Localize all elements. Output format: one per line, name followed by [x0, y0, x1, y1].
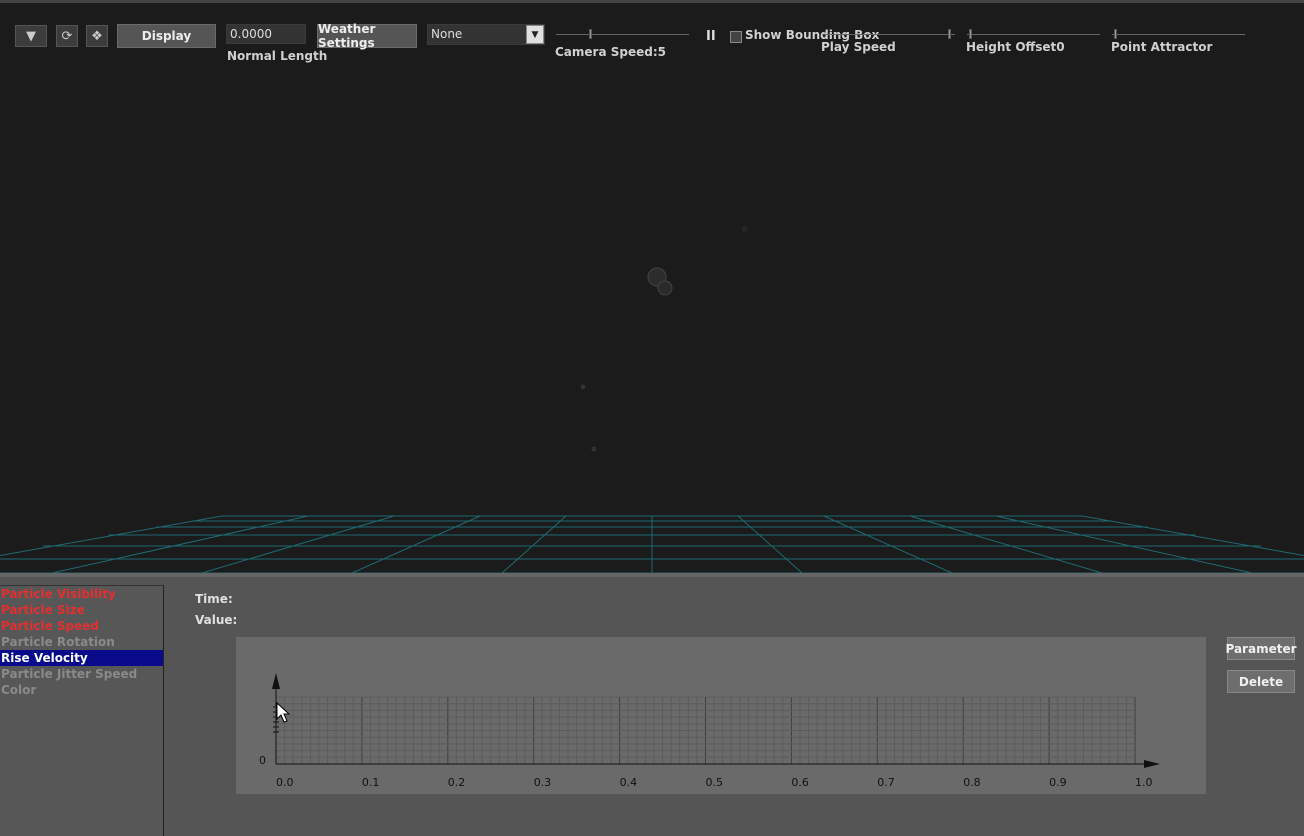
x-tick-label: 0.0 [276, 776, 294, 789]
grid-line [995, 515, 1253, 573]
height-offset-slider-handle[interactable] [969, 29, 972, 39]
grid-line [51, 515, 309, 573]
grid-line [909, 515, 1103, 573]
particle [591, 446, 597, 452]
height-offset-slider[interactable] [967, 29, 1100, 39]
scene-canvas [0, 226, 1304, 573]
preset-select[interactable]: None ▼ [427, 24, 545, 45]
height-offset-label: Height Offset0 [966, 40, 1065, 54]
curve-editor-panel: Particle Visibility Particle Size Partic… [0, 573, 1304, 836]
x-tick-label: 0.1 [362, 776, 380, 789]
3d-viewport[interactable]: ▼ ⟳ ❖ Display Normal Length Weather Sett… [0, 0, 1304, 573]
particle [742, 226, 748, 232]
weather-settings-button[interactable]: Weather Settings [317, 22, 417, 50]
x-tick-label: 0.3 [534, 776, 552, 789]
x-tick-label: 0.8 [963, 776, 981, 789]
y-tick-label: 0 [259, 754, 266, 767]
param-item-particle-size[interactable]: Particle Size [0, 602, 163, 618]
pause-icon[interactable]: II [706, 29, 716, 44]
grid-line [823, 515, 953, 573]
delete-button[interactable]: Delete [1227, 670, 1295, 693]
param-item-particle-rotation[interactable]: Particle Rotation [0, 634, 163, 650]
particle [657, 280, 673, 296]
grid-line [351, 515, 481, 573]
x-tick-label: 0.7 [877, 776, 895, 789]
display-button[interactable]: Display [117, 24, 216, 48]
camera-speed-slider[interactable] [556, 29, 689, 39]
x-tick-label: 0.2 [448, 776, 466, 789]
curve-graph-canvas[interactable]: 0 0.0 0.1 0.2 0.3 0.4 0.5 0.6 0.7 0.8 0.9 1.0 [236, 637, 1206, 794]
x-tick-label: 1.0 [1135, 776, 1153, 789]
time-label: Time: [195, 592, 233, 606]
curve-graph[interactable]: 0 0.0 0.1 0.2 0.3 0.4 0.5 0.6 0.7 0.8 0.9 1.0 [236, 637, 1206, 794]
particles [580, 226, 748, 452]
play-speed-slider[interactable] [822, 29, 955, 39]
play-speed-slider-handle[interactable] [948, 29, 951, 39]
param-item-particle-speed[interactable]: Particle Speed [0, 618, 163, 634]
camera-speed-slider-handle[interactable] [589, 29, 592, 39]
param-item-rise-velocity[interactable]: Rise Velocity [0, 650, 163, 666]
parameter-list[interactable]: Particle Visibility Particle Size Partic… [0, 585, 164, 836]
show-bounding-box-checkbox[interactable] [730, 31, 742, 43]
point-attractor-slider-handle[interactable] [1114, 29, 1117, 39]
scatter-icon[interactable]: ❖ [86, 25, 108, 47]
grid-line [1081, 515, 1304, 557]
normal-length-input[interactable] [226, 24, 306, 44]
point-attractor-slider[interactable] [1112, 29, 1245, 39]
x-axis-arrow [1144, 760, 1160, 768]
grid-line [0, 515, 223, 557]
param-item-particle-visibility[interactable]: Particle Visibility [0, 586, 163, 602]
param-item-particle-jitter-speed[interactable]: Particle Jitter Speed [0, 666, 163, 682]
normal-length-label: Normal Length [227, 49, 328, 63]
preset-select-value: None [431, 27, 463, 41]
point-attractor-label: Point Attractor [1111, 40, 1213, 54]
x-tick-label: 0.9 [1049, 776, 1067, 789]
param-item-color[interactable]: Color [0, 682, 163, 698]
filter-icon[interactable]: ▼ [15, 25, 47, 47]
play-speed-label: Play Speed [821, 40, 896, 54]
x-tick-label: 0.5 [706, 776, 724, 789]
camera-speed-label: Camera Speed:5 [555, 45, 666, 59]
grid-line [737, 515, 803, 573]
refresh-icon[interactable]: ⟳ [56, 25, 78, 47]
grid-line [201, 515, 395, 573]
x-tick-label: 0.6 [791, 776, 809, 789]
chevron-down-icon[interactable]: ▼ [526, 25, 544, 44]
particle [580, 384, 586, 390]
parameter-button[interactable]: Parameter [1225, 637, 1297, 660]
y-axis-arrow [272, 673, 280, 689]
floor-grid [0, 515, 1304, 573]
value-label: Value: [195, 613, 238, 627]
mouse-cursor-icon [276, 701, 291, 723]
grid-line [501, 515, 567, 573]
x-tick-label: 0.4 [620, 776, 638, 789]
